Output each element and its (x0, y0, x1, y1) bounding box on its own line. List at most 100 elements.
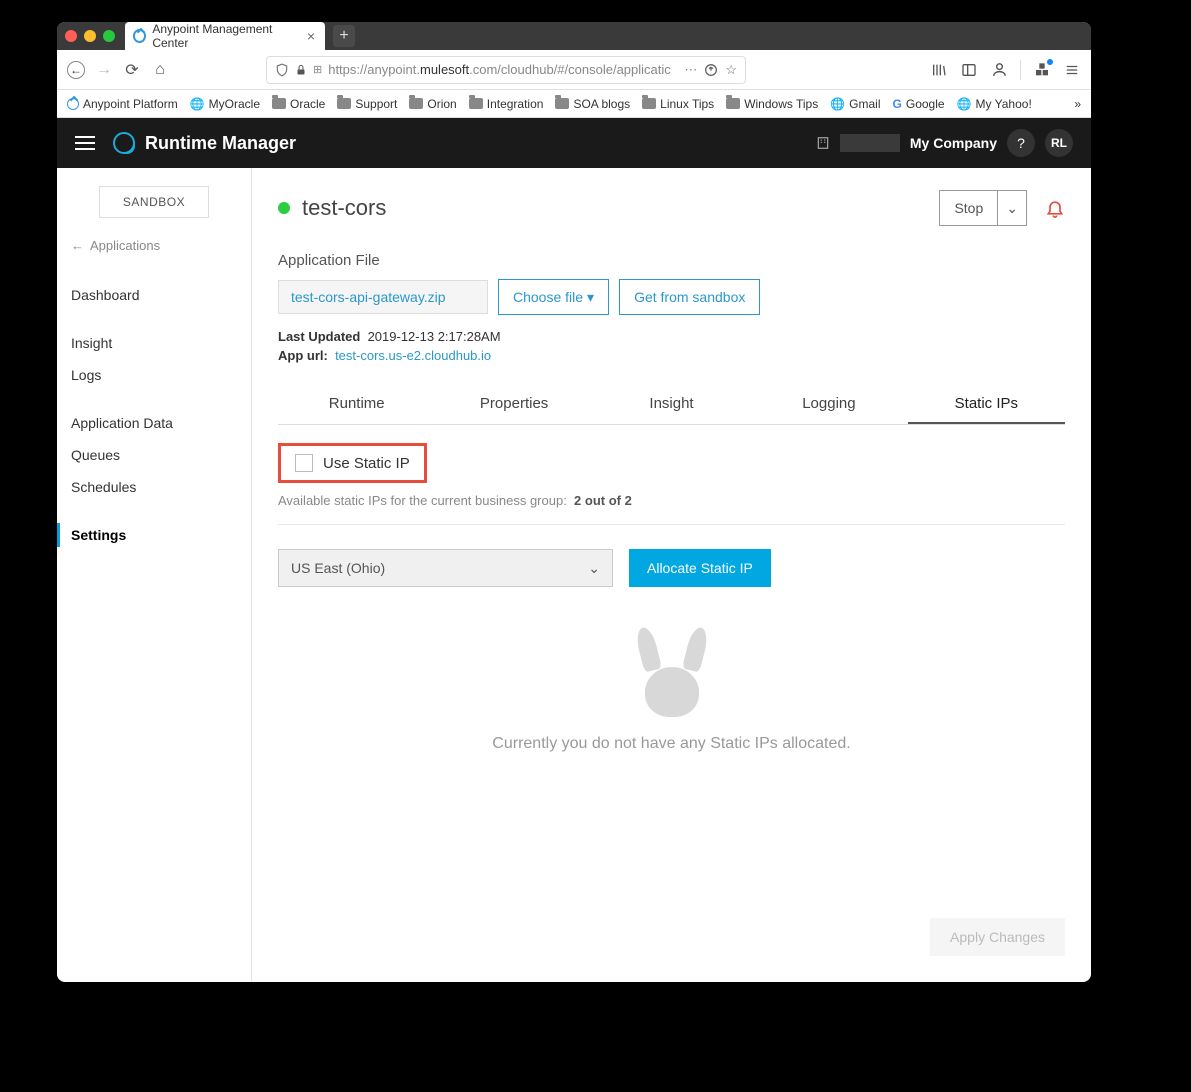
company-name[interactable]: My Company (910, 135, 997, 151)
account-icon[interactable] (990, 61, 1008, 79)
back-button[interactable]: ← (67, 61, 85, 79)
sidebar-item-logs[interactable]: Logs (57, 359, 251, 391)
browser-tab-title: Anypoint Management Center (152, 22, 301, 50)
bookmark-label: Oracle (290, 97, 325, 111)
sidebar-item-application-data[interactable]: Application Data (57, 407, 251, 439)
available-text-prefix: Available static IPs for the current bus… (278, 493, 567, 508)
bookmark-label: Integration (487, 97, 544, 111)
sidebar-item-queues[interactable]: Queues (57, 439, 251, 471)
forward-button[interactable]: → (95, 61, 113, 79)
globe-icon: 🌐 (190, 97, 205, 111)
bookmark-label: Linux Tips (660, 97, 714, 111)
bookmark-yahoo[interactable]: 🌐My Yahoo! (957, 97, 1032, 111)
bookmarks-bar: Anypoint Platform 🌐 MyOracle Oracle Suppo… (57, 90, 1091, 118)
nav-menu-button[interactable] (75, 136, 95, 150)
last-updated-key: Last Updated (278, 329, 360, 344)
folder-icon (409, 98, 423, 109)
page-actions-icon[interactable]: ⋯ (684, 62, 697, 78)
last-updated-value: 2019-12-13 2:17:28AM (368, 329, 501, 344)
stop-button-group: Stop ⌄ (939, 190, 1027, 226)
app-url-link[interactable]: test-cors.us-e2.cloudhub.io (335, 348, 491, 363)
app-header: Runtime Manager My Company ? RL (57, 118, 1091, 168)
empty-state-text: Currently you do not have any Static IPs… (278, 735, 1065, 753)
get-from-sandbox-button[interactable]: Get from sandbox (619, 279, 760, 315)
bookmark-label: My Yahoo! (976, 97, 1032, 111)
use-static-ip-checkbox[interactable] (295, 454, 313, 472)
folder-icon (272, 98, 286, 109)
bookmark-myoracle[interactable]: 🌐 MyOracle (190, 97, 260, 111)
bookmark-integration[interactable]: Integration (469, 97, 544, 111)
folder-icon (642, 98, 656, 109)
chevron-down-icon: ⌄ (588, 560, 600, 577)
folder-icon (555, 98, 569, 109)
bookmark-oracle[interactable]: Oracle (272, 97, 325, 111)
arrow-left-icon: ← (71, 238, 84, 253)
apply-changes-button[interactable]: Apply Changes (930, 918, 1065, 956)
choose-file-label: Choose file (513, 289, 583, 305)
runtime-manager-logo-icon (113, 132, 135, 154)
folder-icon (469, 98, 483, 109)
toolbar-right (930, 60, 1081, 80)
extensions-icon[interactable] (1033, 61, 1051, 79)
chevron-down-icon: ⌄ (1006, 200, 1018, 217)
bookmark-gmail[interactable]: 🌐 Gmail (830, 97, 880, 111)
environment-selector[interactable]: SANDBOX (99, 186, 209, 218)
shield-icon[interactable] (275, 63, 289, 77)
tab-logging[interactable]: Logging (750, 385, 907, 424)
region-select[interactable]: US East (Ohio) ⌄ (278, 549, 613, 587)
tab-runtime[interactable]: Runtime (278, 385, 435, 424)
stop-button[interactable]: Stop (939, 190, 997, 226)
bookmark-label: Gmail (849, 97, 880, 111)
sidebar-item-schedules[interactable]: Schedules (57, 471, 251, 503)
close-window-icon[interactable] (65, 30, 77, 42)
use-static-ip-highlight: Use Static IP (278, 443, 427, 483)
back-to-applications[interactable]: ← Applications (57, 238, 251, 263)
tab-static-ips[interactable]: Static IPs (908, 385, 1065, 424)
home-button[interactable]: ⌂ (151, 61, 169, 79)
bookmarks-overflow-icon[interactable]: » (1074, 97, 1081, 111)
menu-icon[interactable] (1063, 61, 1081, 79)
sidebar-item-insight[interactable]: Insight (57, 327, 251, 359)
help-button[interactable]: ? (1007, 129, 1035, 157)
address-bar[interactable]: ⊞ https://anypoint.mulesoft.com/cloudhub… (266, 56, 746, 84)
application-file-value: test-cors-api-gateway.zip (278, 280, 488, 314)
bookmark-windows[interactable]: Windows Tips (726, 97, 818, 111)
globe-icon: 🌐 (830, 97, 845, 111)
url-toolbar: ← → ⟳ ⌂ ⊞ https://anypoint.mulesoft.com/… (57, 50, 1091, 90)
maximize-window-icon[interactable] (103, 30, 115, 42)
content-area: SANDBOX ← Applications Dashboard Insight… (57, 168, 1091, 982)
reload-button[interactable]: ⟳ (123, 61, 141, 79)
status-running-icon (278, 202, 290, 214)
bookmark-label: MyOracle (209, 97, 260, 111)
sidebar-item-dashboard[interactable]: Dashboard (57, 279, 251, 311)
stop-dropdown-button[interactable]: ⌄ (997, 190, 1027, 226)
minimize-window-icon[interactable] (84, 30, 96, 42)
reader-mode-icon[interactable] (703, 62, 719, 78)
folder-icon (726, 98, 740, 109)
allocate-row: US East (Ohio) ⌄ Allocate Static IP (278, 549, 1065, 587)
choose-file-button[interactable]: Choose file▾ (498, 279, 609, 315)
window-titlebar: Anypoint Management Center × + (57, 22, 1091, 50)
tab-properties[interactable]: Properties (435, 385, 592, 424)
allocate-static-ip-button[interactable]: Allocate Static IP (629, 549, 771, 587)
bookmark-support[interactable]: Support (337, 97, 397, 111)
notifications-icon[interactable] (1045, 198, 1065, 218)
permissions-icon[interactable]: ⊞ (313, 63, 322, 76)
bookmark-orion[interactable]: Orion (409, 97, 456, 111)
sidebar-toggle-icon[interactable] (960, 61, 978, 79)
tab-insight[interactable]: Insight (593, 385, 750, 424)
building-icon (816, 136, 830, 150)
bookmark-linux[interactable]: Linux Tips (642, 97, 714, 111)
bookmark-google[interactable]: GGoogle (893, 97, 945, 111)
close-tab-icon[interactable]: × (307, 28, 315, 44)
settings-tabs: Runtime Properties Insight Logging Stati… (278, 385, 1065, 425)
bookmark-soa[interactable]: SOA blogs (555, 97, 630, 111)
bookmark-anypoint[interactable]: Anypoint Platform (67, 97, 178, 111)
browser-tab[interactable]: Anypoint Management Center × (125, 22, 325, 50)
new-tab-button[interactable]: + (333, 25, 355, 47)
sidebar-item-settings[interactable]: Settings (57, 519, 251, 551)
library-icon[interactable] (930, 61, 948, 79)
user-avatar[interactable]: RL (1045, 129, 1073, 157)
folder-icon (337, 98, 351, 109)
bookmark-star-icon[interactable]: ☆ (725, 62, 737, 78)
